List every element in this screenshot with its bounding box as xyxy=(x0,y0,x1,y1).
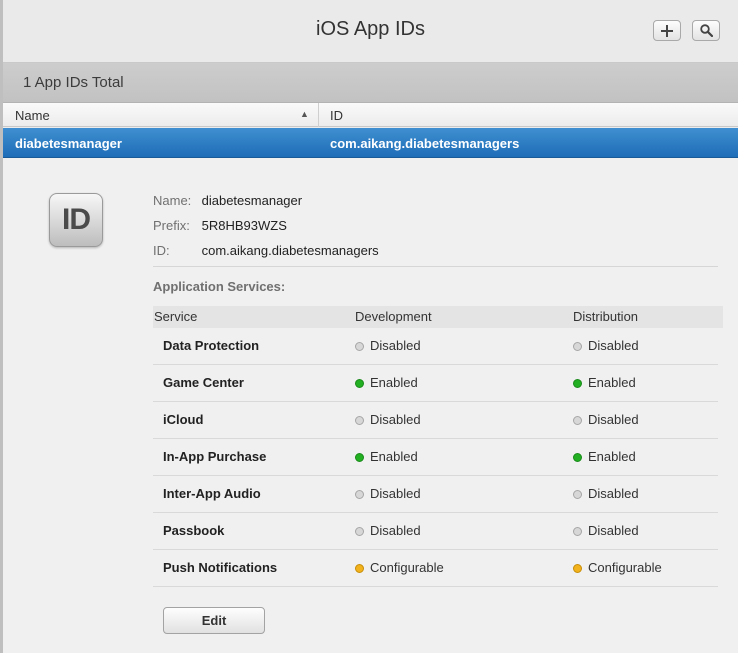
detail-name: Name: diabetesmanager xyxy=(153,193,303,208)
status-dot-icon xyxy=(355,342,364,351)
development-status: Enabled xyxy=(355,449,418,464)
service-row: Game Center Enabled Enabled xyxy=(153,365,718,402)
distribution-status: Configurable xyxy=(573,560,662,575)
count-label: 1 App IDs Total xyxy=(23,74,124,91)
detail-prefix: Prefix: 5R8HB93WZS xyxy=(153,218,287,233)
status-dot-icon xyxy=(355,379,364,388)
distribution-status-label: Enabled xyxy=(588,375,636,390)
development-status: Configurable xyxy=(355,560,444,575)
header: iOS App IDs xyxy=(3,0,738,63)
status-dot-icon xyxy=(355,416,364,425)
distribution-status: Disabled xyxy=(573,338,639,353)
service-row: iCloud Disabled Disabled xyxy=(153,402,718,439)
status-dot-icon xyxy=(573,564,582,573)
distribution-status-label: Enabled xyxy=(588,449,636,464)
row-id: com.aikang.diabetesmanagers xyxy=(330,136,520,151)
detail-id: ID: com.aikang.diabetesmanagers xyxy=(153,243,379,258)
development-status: Disabled xyxy=(355,338,421,353)
development-status-label: Disabled xyxy=(370,486,421,501)
count-bar: 1 App IDs Total xyxy=(3,63,738,103)
distribution-status-label: Configurable xyxy=(588,560,662,575)
status-dot-icon xyxy=(573,379,582,388)
development-status-label: Configurable xyxy=(370,560,444,575)
service-row: In-App Purchase Enabled Enabled xyxy=(153,439,718,476)
status-dot-icon xyxy=(573,527,582,536)
distribution-status: Enabled xyxy=(573,449,636,464)
distribution-status-label: Disabled xyxy=(588,523,639,538)
search-button[interactable] xyxy=(692,20,720,41)
development-status-label: Disabled xyxy=(370,523,421,538)
divider xyxy=(153,266,718,267)
service-name: In-App Purchase xyxy=(163,449,267,464)
table-row[interactable]: diabetesmanager com.aikang.diabetesmanag… xyxy=(3,128,738,158)
service-row: Data Protection Disabled Disabled xyxy=(153,328,718,365)
distribution-status-label: Disabled xyxy=(588,412,639,427)
app-id-details: ID Name: diabetesmanager Prefix: 5R8HB93… xyxy=(3,158,738,653)
distribution-status-label: Disabled xyxy=(588,486,639,501)
distribution-status: Disabled xyxy=(573,523,639,538)
sort-ascending-icon: ▲ xyxy=(300,109,309,119)
status-dot-icon xyxy=(573,453,582,462)
distribution-status-label: Disabled xyxy=(588,338,639,353)
development-status-label: Disabled xyxy=(370,338,421,353)
add-button[interactable] xyxy=(653,20,681,41)
column-divider xyxy=(318,103,319,127)
distribution-status: Enabled xyxy=(573,375,636,390)
row-name: diabetesmanager xyxy=(15,136,122,151)
service-name: Push Notifications xyxy=(163,560,278,575)
distribution-status: Disabled xyxy=(573,412,639,427)
search-icon xyxy=(699,24,713,37)
status-dot-icon xyxy=(355,490,364,499)
status-dot-icon xyxy=(573,490,582,499)
status-dot-icon xyxy=(573,416,582,425)
development-status-label: Disabled xyxy=(370,412,421,427)
development-status-label: Enabled xyxy=(370,375,418,390)
service-name: Data Protection xyxy=(163,338,260,353)
column-header-name[interactable]: Name xyxy=(15,108,50,123)
distribution-status: Disabled xyxy=(573,486,639,501)
services-heading: Application Services: xyxy=(153,279,286,294)
plus-icon xyxy=(661,24,673,37)
service-name: Passbook xyxy=(163,523,225,538)
table-header: Name ▲ ID xyxy=(3,103,738,127)
development-status: Disabled xyxy=(355,486,421,501)
service-row: Push Notifications Configurable Configurab… xyxy=(153,550,718,587)
services-table-header: Service Development Distribution xyxy=(153,306,723,328)
status-dot-icon xyxy=(355,453,364,462)
service-name: Inter-App Audio xyxy=(163,486,261,501)
service-name: iCloud xyxy=(163,412,204,427)
development-status: Enabled xyxy=(355,375,418,390)
service-name: Game Center xyxy=(163,375,244,390)
service-row: Inter-App Audio Disabled Disabled xyxy=(153,476,718,513)
status-dot-icon xyxy=(355,564,364,573)
status-dot-icon xyxy=(573,342,582,351)
page-title: iOS App IDs xyxy=(316,18,425,40)
edit-button[interactable]: Edit xyxy=(163,607,265,634)
service-row: Passbook Disabled Disabled xyxy=(153,513,718,550)
development-status: Disabled xyxy=(355,523,421,538)
app-id-icon: ID xyxy=(49,193,103,247)
status-dot-icon xyxy=(355,527,364,536)
column-header-id[interactable]: ID xyxy=(330,108,343,123)
development-status: Disabled xyxy=(355,412,421,427)
development-status-label: Enabled xyxy=(370,449,418,464)
